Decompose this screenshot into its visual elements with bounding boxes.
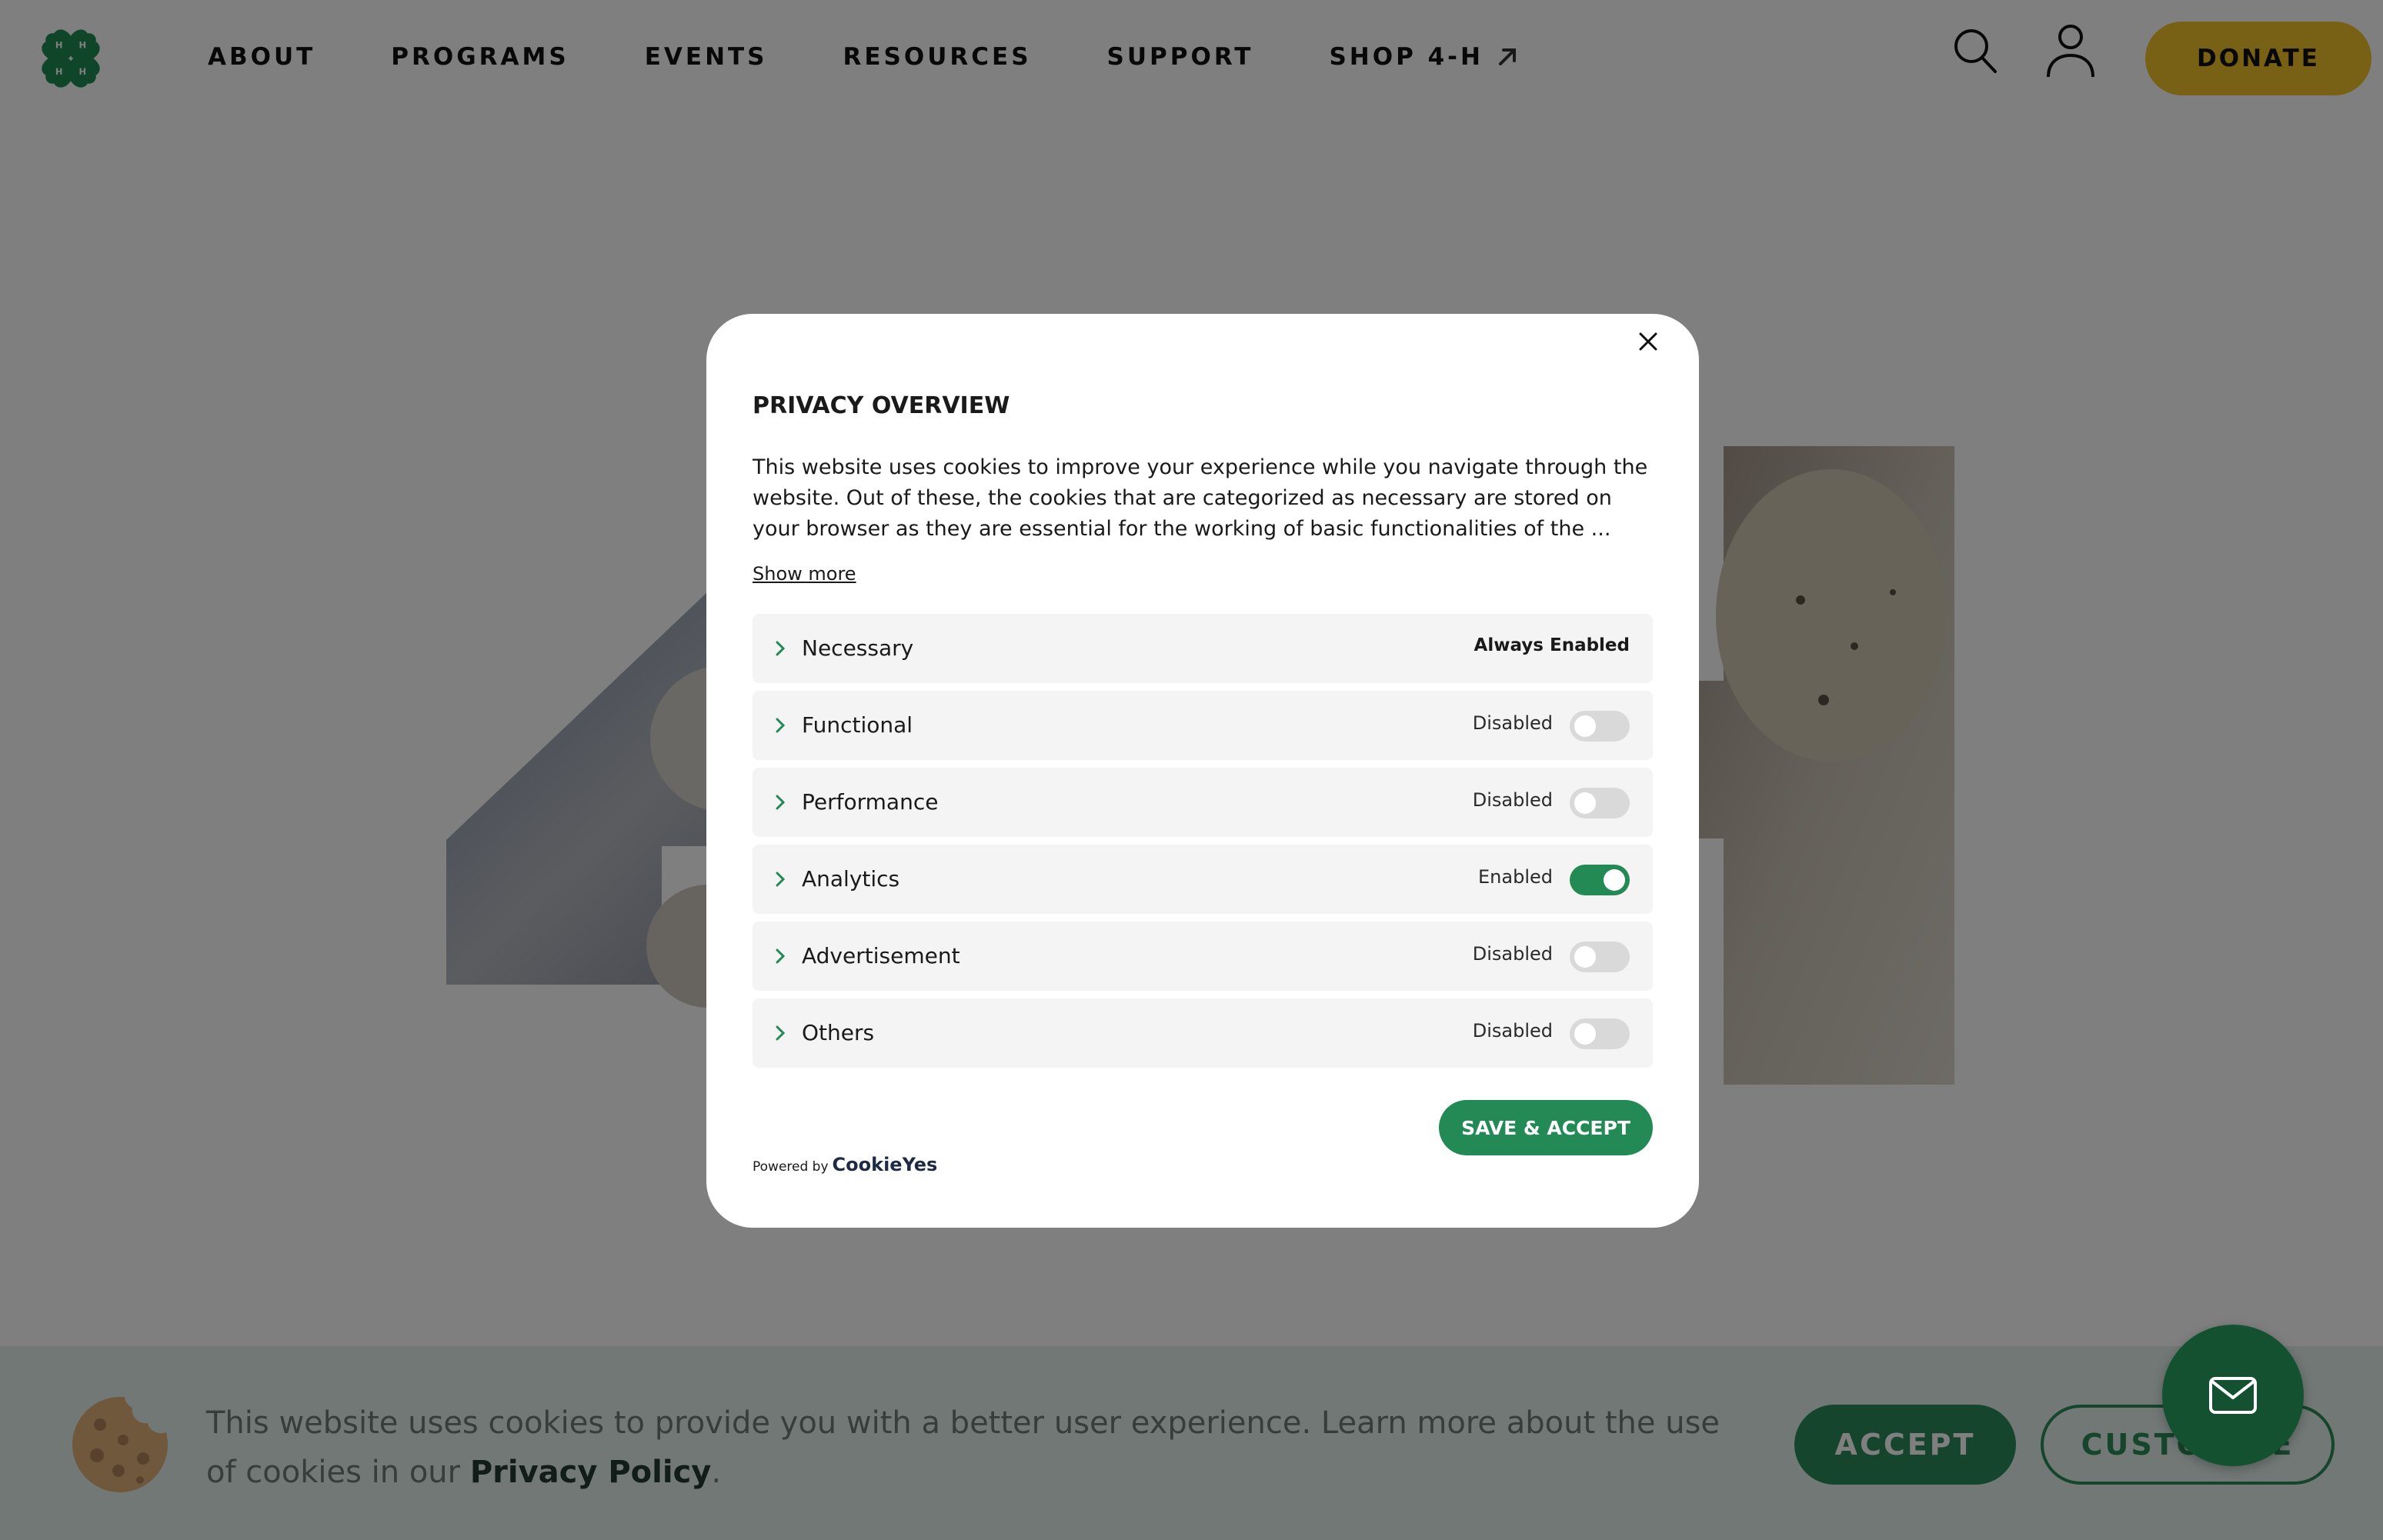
category-others[interactable]: Others Disabled <box>753 998 1653 1068</box>
category-label: Analytics <box>802 866 900 892</box>
chevron-right-icon <box>776 1025 786 1041</box>
always-enabled-label: Always Enabled <box>1474 635 1630 655</box>
toggle-others[interactable] <box>1570 1018 1630 1049</box>
category-status: Disabled <box>1472 712 1553 734</box>
category-label: Functional <box>802 712 913 738</box>
category-status: Disabled <box>1472 789 1553 811</box>
toggle-functional[interactable] <box>1570 711 1630 742</box>
toggle-knob <box>1604 869 1625 891</box>
powered-by-text: Powered by <box>753 1159 829 1175</box>
category-functional[interactable]: Functional Disabled <box>753 691 1653 760</box>
mail-icon <box>2209 1377 2257 1414</box>
category-label: Others <box>802 1020 875 1045</box>
powered-by: Powered by CookieYes <box>753 1154 937 1175</box>
toggle-advertisement[interactable] <box>1570 942 1630 972</box>
chevron-right-icon <box>776 872 786 887</box>
save-accept-button[interactable]: SAVE & ACCEPT <box>1439 1100 1653 1155</box>
category-status: Enabled <box>1478 866 1553 888</box>
toggle-knob <box>1574 946 1596 968</box>
category-analytics[interactable]: Analytics Enabled <box>753 845 1653 914</box>
chevron-right-icon <box>776 795 786 810</box>
chevron-right-icon <box>776 948 786 964</box>
category-status: Disabled <box>1472 943 1553 965</box>
category-label: Performance <box>802 789 939 815</box>
privacy-overview-modal: PRIVACY OVERVIEW This website uses cooki… <box>706 314 1699 1228</box>
toggle-analytics[interactable] <box>1570 865 1630 895</box>
modal-title: PRIVACY OVERVIEW <box>753 392 1010 419</box>
cookieyes-logo[interactable]: CookieYes <box>833 1154 938 1175</box>
chevron-right-icon <box>776 641 786 656</box>
toggle-performance[interactable] <box>1570 788 1630 818</box>
close-icon[interactable] <box>1639 332 1657 351</box>
category-label: Advertisement <box>802 943 960 968</box>
category-performance[interactable]: Performance Disabled <box>753 768 1653 837</box>
category-label: Necessary <box>802 635 914 661</box>
chevron-right-icon <box>776 718 786 733</box>
toggle-knob <box>1574 792 1596 814</box>
contact-chat-button[interactable] <box>2162 1325 2304 1466</box>
toggle-knob <box>1574 715 1596 737</box>
toggle-knob <box>1574 1023 1596 1045</box>
modal-description: This website uses cookies to improve you… <box>753 455 1648 541</box>
category-status: Disabled <box>1472 1020 1553 1042</box>
category-necessary[interactable]: Necessary Always Enabled <box>753 614 1653 683</box>
category-advertisement[interactable]: Advertisement Disabled <box>753 922 1653 991</box>
show-more-link[interactable]: Show more <box>753 563 856 585</box>
